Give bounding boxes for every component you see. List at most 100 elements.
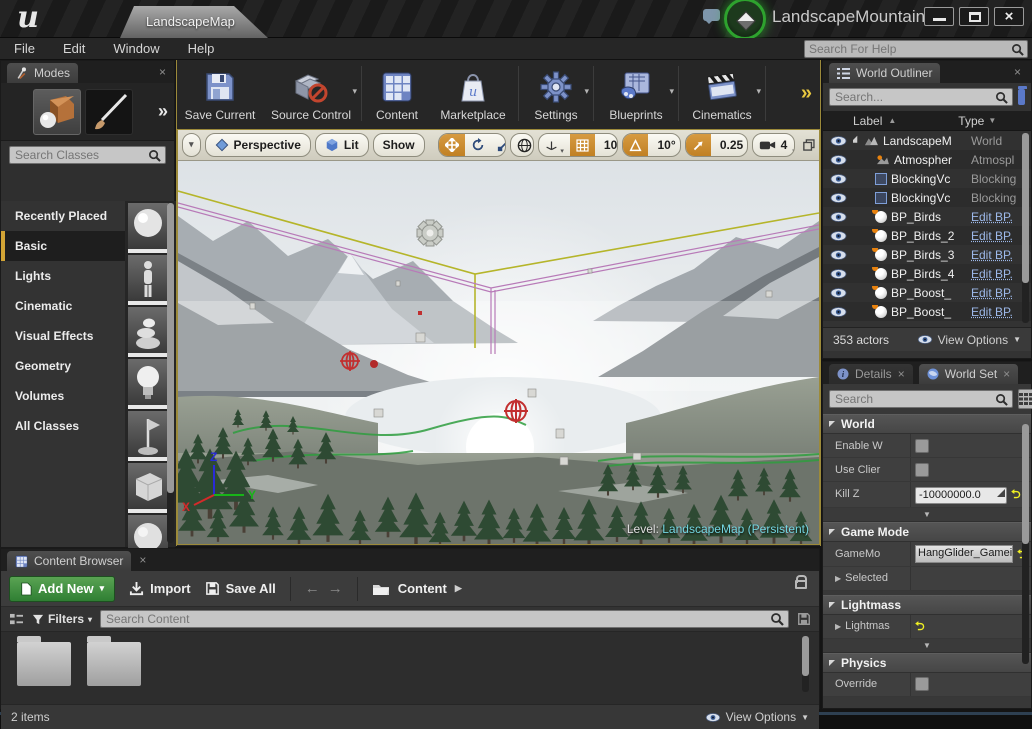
perspective-button[interactable]: Perspective [205,133,311,157]
collapsed-arrow-icon[interactable]: ▶ [835,622,841,631]
kill-z-input[interactable] [915,487,1007,504]
asset-grid[interactable] [1,632,819,704]
title-bar[interactable]: u LandscapeMap LandscapeMountains × [0,0,1032,38]
world-settings-close-icon[interactable]: × [1003,367,1010,381]
placeable-point-light[interactable] [128,359,168,409]
visibility-eye-icon[interactable] [830,174,847,184]
breadcrumb-chevron-icon[interactable]: ▶ [455,583,462,594]
outliner-search-input[interactable] [830,90,995,104]
scale-tool-button[interactable] [491,133,506,157]
expander-icon[interactable] [853,135,861,146]
rotate-tool-button[interactable] [465,133,491,157]
camera-speed-button[interactable]: 4 ▾ [753,133,796,157]
help-search-input[interactable] [805,42,1011,56]
place-mode-button[interactable] [33,89,81,135]
visibility-eye-icon[interactable] [830,193,847,203]
chevron-down-icon[interactable]: ▾ [756,86,761,97]
category-basic[interactable]: Basic [1,231,125,261]
placeable-character[interactable] [128,255,168,305]
section-expander-lightmass[interactable]: ▼ [823,639,1031,653]
category-geometry[interactable]: Geometry [1,351,125,381]
outliner-row[interactable]: BP_Birds_2 Edit BP. [823,226,1031,245]
details-search-box[interactable] [829,390,1013,408]
filters-button[interactable]: Filters ▾ [32,612,92,626]
viewport-options-button[interactable]: ▾ [182,133,201,157]
outliner-row[interactable]: BlockingVc Blocking [823,188,1031,207]
placeable-cube[interactable] [128,463,168,513]
lock-icon[interactable] [795,580,807,589]
outliner-scrollbar[interactable] [1022,133,1029,323]
network-status-icon[interactable] [724,0,766,40]
save-current-button[interactable]: Save Current [177,60,263,127]
visibility-eye-icon[interactable] [830,136,847,146]
content-button[interactable]: Content [364,60,430,127]
save-all-button[interactable]: Save All [205,581,276,596]
content-browser-tab[interactable]: Content Browser [7,551,131,571]
modes-close-icon[interactable]: × [159,65,166,79]
outliner-row[interactable]: BlockingVc Blocking [823,169,1031,188]
category-volumes[interactable]: Volumes [1,381,125,411]
placeable-sphere[interactable] [128,203,168,253]
details-tab[interactable]: i Details × [829,364,913,384]
toolbar-overflow-chevrons[interactable]: » [801,82,812,105]
rotation-snap-value-button[interactable]: 10° ▾ [648,133,680,157]
category-lights[interactable]: Lights [1,261,125,291]
add-new-button[interactable]: Add New ▾ [9,576,115,602]
visibility-eye-icon[interactable] [830,307,847,317]
modes-scrollbar[interactable] [167,203,174,543]
collapsed-arrow-icon[interactable]: ▶ [835,574,841,583]
import-button[interactable]: Import [129,581,190,596]
placeable-player-start[interactable] [128,411,168,461]
content-view-options-button[interactable]: View Options ▼ [705,710,809,724]
source-control-button[interactable]: Source Control ▾ [263,60,359,127]
folder-item[interactable] [17,642,71,686]
back-button[interactable]: ← [305,580,320,597]
chevron-down-icon[interactable]: ▾ [584,86,589,97]
cinematics-button[interactable]: Cinematics ▾ [681,60,763,127]
category-all-classes[interactable]: All Classes [1,411,125,441]
use-client-checkbox[interactable] [915,463,929,477]
scale-snap-toggle[interactable] [686,133,711,157]
folder-item[interactable] [87,642,141,686]
coordinate-system-button[interactable] [510,133,535,157]
level-indicator[interactable]: Level: LandscapeMap (Persistent) [627,522,809,536]
move-tool-button[interactable] [439,133,465,157]
world-settings-tab[interactable]: World Set × [919,364,1018,384]
outliner-close-icon[interactable]: × [1014,65,1021,79]
visibility-eye-icon[interactable] [830,288,847,298]
label-column-header[interactable]: Label [823,114,882,128]
search-classes-box[interactable] [9,146,166,164]
visibility-eye-icon[interactable] [830,155,847,165]
blueprints-button[interactable]: Blueprints ▾ [596,60,676,127]
feedback-bubble-icon[interactable] [703,9,720,21]
grid-snap-toggle[interactable] [570,133,595,157]
grid-snap-value-button[interactable]: 10 ▾ [595,133,619,157]
search-classes-input[interactable] [10,148,148,162]
outliner-row[interactable]: LandscapeM World [823,131,1031,150]
details-scrollbar[interactable] [1022,424,1029,664]
maximize-viewport-icon[interactable] [803,138,815,152]
modes-tab[interactable]: Modes [7,63,78,83]
placeable-pawn[interactable] [128,307,168,357]
category-cinematic[interactable]: Cinematic [1,291,125,321]
outliner-view-options-button[interactable]: View Options ▼ [917,333,1021,347]
section-expander-world[interactable]: ▼ [823,508,1031,522]
category-recently-placed[interactable]: Recently Placed [1,201,125,231]
content-browser-close-icon[interactable]: × [139,553,146,567]
assets-scrollbar[interactable] [802,636,809,692]
section-physics[interactable]: Physics [823,653,1031,673]
slider-handle-icon[interactable] [997,489,1005,497]
menu-file[interactable]: File [0,38,49,60]
content-search-box[interactable] [100,610,789,628]
level-tab[interactable]: LandscapeMap [120,6,268,38]
visibility-eye-icon[interactable] [830,250,847,260]
paint-mode-button[interactable] [85,89,133,135]
enable-world-checkbox[interactable] [915,439,929,453]
minimize-button[interactable] [924,7,954,26]
category-visual-effects[interactable]: Visual Effects [1,321,125,351]
show-button[interactable]: Show [373,133,425,157]
content-search-input[interactable] [101,612,770,626]
rotation-snap-toggle[interactable] [623,133,648,157]
section-lightmass[interactable]: Lightmass [823,595,1031,615]
marketplace-button[interactable]: Marketplace [430,60,516,127]
